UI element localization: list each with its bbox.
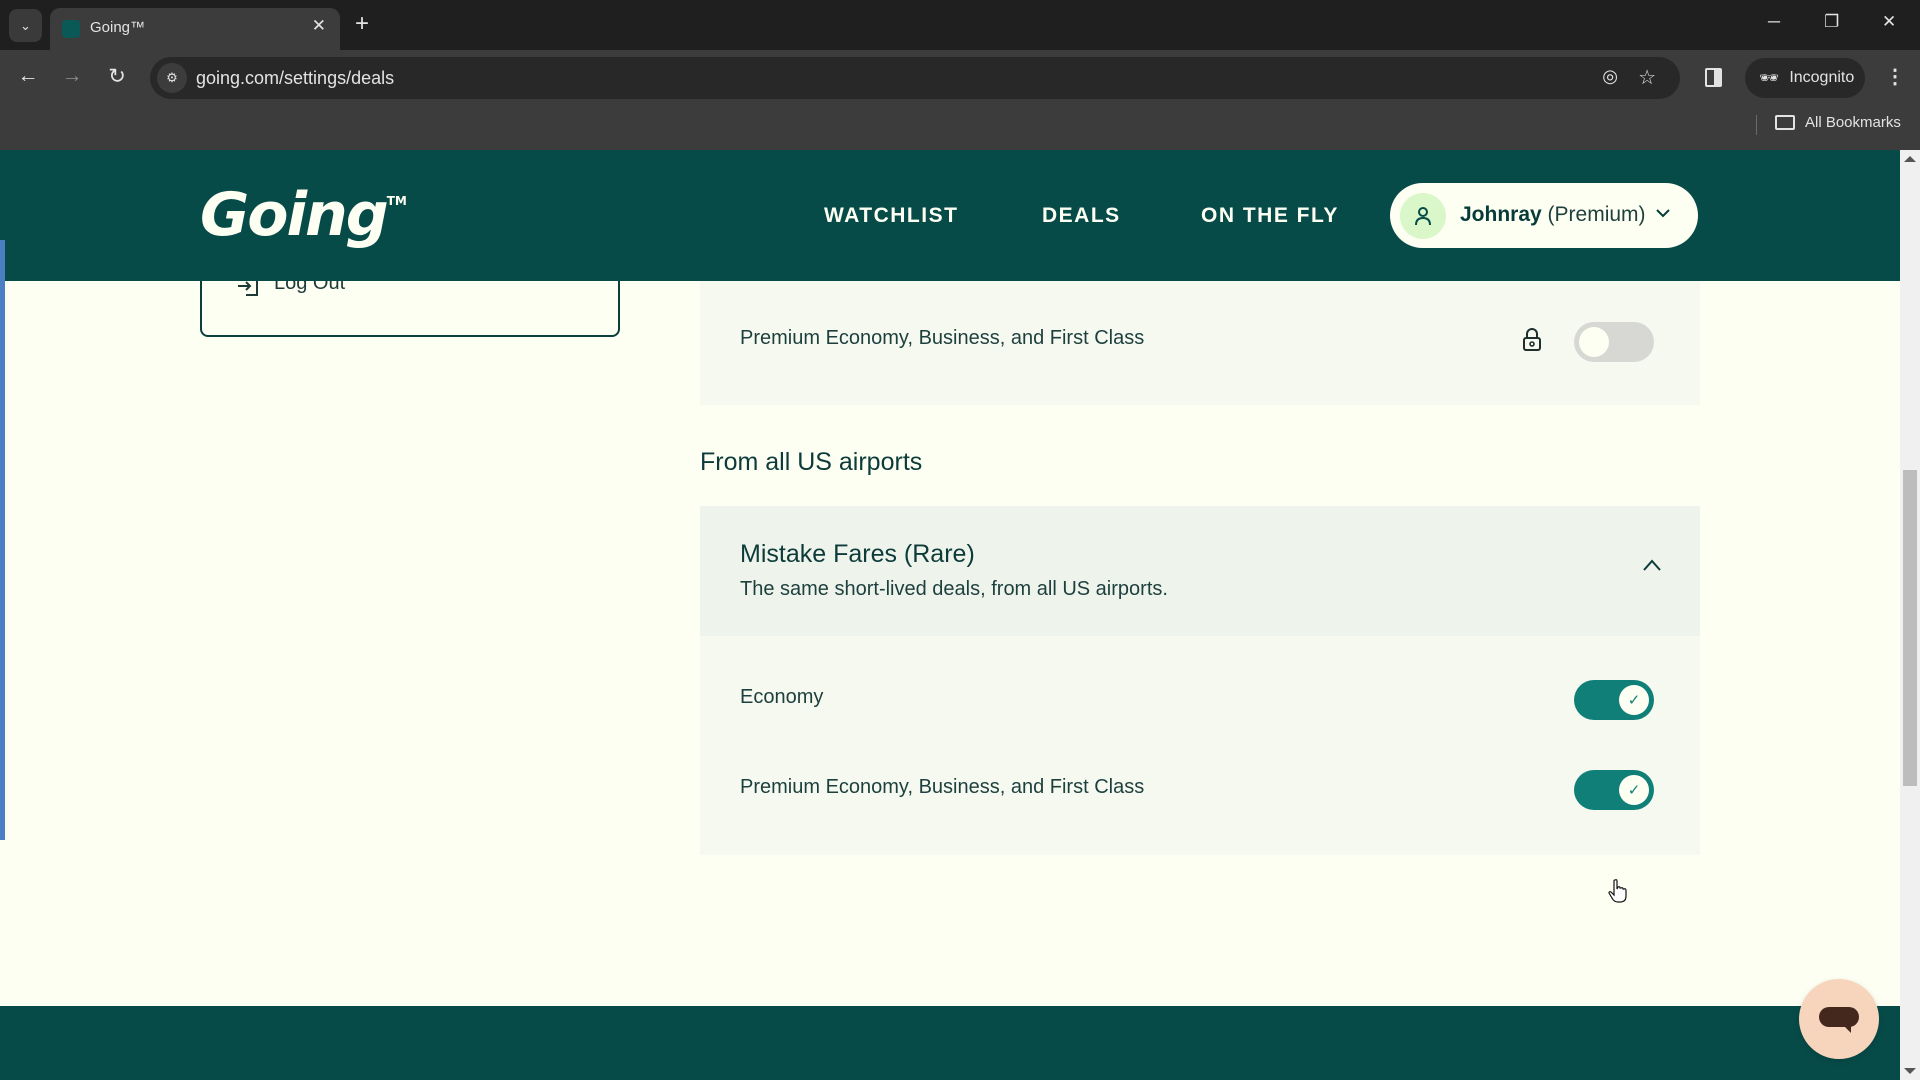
toggle-knob [1579,327,1609,357]
site-header: GoingTM WATCHLIST DEALS ON THE FLY Johnr… [0,150,1900,281]
incognito-label: Incognito [1789,69,1855,86]
chat-icon [1819,1007,1859,1027]
chevron-up-icon[interactable] [1642,558,1662,572]
restore-icon[interactable]: ❐ [1824,12,1839,32]
lock-icon [1523,328,1541,351]
user-tier: (Premium) [1547,203,1646,226]
back-icon[interactable]: ← [14,64,42,88]
user-avatar [1400,193,1446,239]
side-panel-icon[interactable] [1705,68,1722,87]
chat-icon-tail [1843,1025,1851,1033]
section-heading: From all US airports [700,448,923,476]
incognito-badge[interactable]: 🕶 Incognito [1745,58,1865,98]
chevron-down-icon [1656,205,1670,222]
url-text[interactable]: going.com/settings/deals [196,68,394,89]
chevron-down-icon: ⌄ [20,17,31,33]
star-icon[interactable]: ☆ [1638,65,1656,90]
folder-icon [1775,115,1795,130]
mistake-fares-header[interactable]: Mistake Fares (Rare) The same short-live… [700,506,1700,636]
browser-toolbar: ← → ↻ ⚙ going.com/settings/deals ◎ ☆ 🕶 I… [0,50,1920,150]
user-name-text: Johnray [1460,203,1542,226]
tab-search-button[interactable]: ⌄ [9,9,42,42]
browser-tab-strip: ⌄ Going™ ✕ + ─ ❐ ✕ [0,0,1920,50]
premium-class-toggle-locked[interactable] [1574,322,1654,362]
scroll-down-arrow-icon[interactable] [1904,1068,1916,1074]
scrollbar-thumb[interactable] [1903,470,1917,786]
user-icon [1415,207,1431,226]
left-accent-bar [0,240,5,840]
close-window-icon[interactable]: ✕ [1882,12,1896,32]
all-bookmarks-label: All Bookmarks [1805,114,1901,131]
hand-cursor-icon [1608,879,1627,903]
logo-text: Going [200,180,389,250]
site-footer [0,1006,1900,1080]
check-icon: ✓ [1619,685,1649,715]
setting-label-economy: Economy [740,686,824,708]
reload-icon[interactable]: ↻ [103,64,131,89]
minimize-icon[interactable]: ─ [1768,12,1780,32]
address-bar[interactable]: ⚙ going.com/settings/deals ◎ ☆ [150,57,1680,99]
nav-watchlist[interactable]: WATCHLIST [824,204,958,228]
deal-settings-card: Premium Economy, Business, and First Cla… [700,281,1700,405]
tab-title: Going™ [90,19,146,36]
setting-label: Premium Economy, Business, and First Cla… [740,327,1145,349]
mistake-fares-card: Mistake Fares (Rare) The same short-live… [700,506,1700,855]
check-icon: ✓ [1619,775,1649,805]
new-tab-button[interactable]: + [355,10,369,38]
premium-class-toggle[interactable]: ✓ [1574,770,1654,810]
chat-button[interactable] [1799,979,1879,1059]
user-name: Johnray (Premium) [1460,203,1646,227]
incognito-icon: 🕶 [1759,70,1780,87]
going-logo[interactable]: GoingTM [200,180,407,250]
forward-icon[interactable]: → [58,64,86,88]
all-bookmarks-button[interactable]: All Bookmarks [1775,114,1901,131]
favicon-icon [62,20,80,38]
economy-toggle[interactable]: ✓ [1574,680,1654,720]
site-info-button[interactable]: ⚙ [157,63,187,93]
browser-tab[interactable]: Going™ ✕ [50,8,340,50]
close-tab-icon[interactable]: ✕ [312,16,326,36]
page-viewport: GoingTM WATCHLIST DEALS ON THE FLY Johnr… [0,150,1900,1080]
nav-on-the-fly[interactable]: ON THE FLY [1201,204,1339,228]
eye-off-icon[interactable]: ◎ [1602,66,1618,87]
page-scrollbar[interactable] [1900,150,1920,1080]
mistake-fares-subtitle: The same short-lived deals, from all US … [740,578,1168,600]
logo-trademark: TM [386,194,407,208]
scroll-up-arrow-icon[interactable] [1904,156,1916,162]
tune-icon: ⚙ [166,70,178,85]
mistake-fares-title: Mistake Fares (Rare) [740,540,975,568]
bookmarks-divider [1756,115,1757,135]
more-vert-icon[interactable]: ⋮ [1885,64,1905,89]
nav-deals[interactable]: DEALS [1042,204,1121,228]
user-menu-button[interactable]: Johnray (Premium) [1390,183,1698,248]
setting-label-premium: Premium Economy, Business, and First Cla… [740,776,1145,798]
